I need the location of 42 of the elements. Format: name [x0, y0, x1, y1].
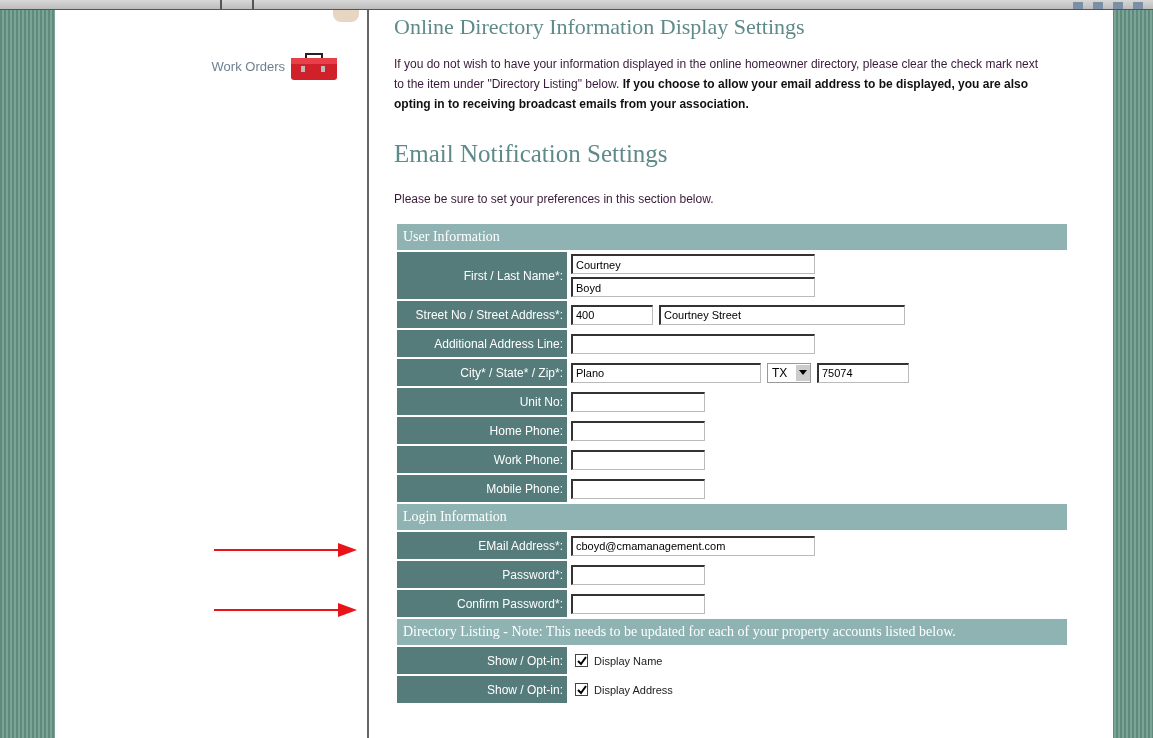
- checkbox-label: Display Address: [594, 683, 673, 696]
- field-label: Confirm Password*:: [397, 590, 567, 617]
- field-label: Unit No:: [397, 388, 567, 415]
- field-label: Show / Opt-in:: [397, 647, 567, 674]
- input-field[interactable]: 75074: [817, 362, 909, 383]
- field-label: Show / Opt-in:: [397, 676, 567, 703]
- password-field[interactable]: [571, 593, 705, 614]
- page-heading: Online Directory Information Display Settings: [394, 14, 806, 40]
- input-field[interactable]: Boyd: [571, 277, 815, 297]
- state-select[interactable]: TX: [767, 362, 811, 383]
- field-label: Work Phone:: [397, 446, 567, 473]
- sidebar-link[interactable]: Work Orders: [211, 58, 285, 74]
- input-field[interactable]: [571, 420, 705, 441]
- field-label: Additional Address Line:: [397, 330, 567, 357]
- caret-icon: [796, 364, 810, 381]
- field-label: Mobile Phone:: [397, 475, 567, 502]
- input-field[interactable]: Plano: [571, 362, 761, 383]
- instructions-text: Please be sure to set your preferences in this section below.: [394, 192, 715, 206]
- input-field[interactable]: [571, 478, 705, 499]
- section-header: Directory Listing - Note: This needs to be updated for each of your property accounts listed below.: [397, 619, 1067, 645]
- input-field[interactable]: cboyd@cmamanagement.com: [571, 535, 815, 556]
- field-label: City* / State* / Zip*:: [397, 359, 567, 386]
- checkbox[interactable]: [575, 683, 588, 696]
- section-header: User Information: [397, 224, 1067, 250]
- checkbox-label: Display Name: [594, 654, 663, 667]
- input-field[interactable]: [571, 391, 705, 412]
- section-heading: Email Notification Settings: [394, 140, 669, 168]
- input-field[interactable]: [571, 333, 815, 354]
- input-field[interactable]: Courtney Street: [659, 304, 905, 325]
- field-label: Home Phone:: [397, 417, 567, 444]
- field-label: First / Last Name*:: [397, 252, 567, 299]
- checkbox[interactable]: [575, 654, 588, 667]
- field-label: EMail Address*:: [397, 532, 567, 559]
- section-header: Login Information: [397, 504, 1067, 530]
- toolbox-icon: [289, 50, 339, 82]
- input-field[interactable]: 400: [571, 304, 653, 325]
- field-label: Street No / Street Address*:: [397, 301, 567, 328]
- password-field[interactable]: [571, 564, 705, 585]
- input-field[interactable]: Courtney: [571, 254, 815, 274]
- input-field[interactable]: [571, 449, 705, 470]
- intro-paragraph: If you do not wish to have your information displayed in the online homeowner directory, please clear the check mark next to the item under "Directory Listing" below. If you choose to allow your email address to be displayed, you are also opting in to receiving broadcast emails from your association.: [394, 56, 1040, 113]
- field-label: Password*:: [397, 561, 567, 588]
